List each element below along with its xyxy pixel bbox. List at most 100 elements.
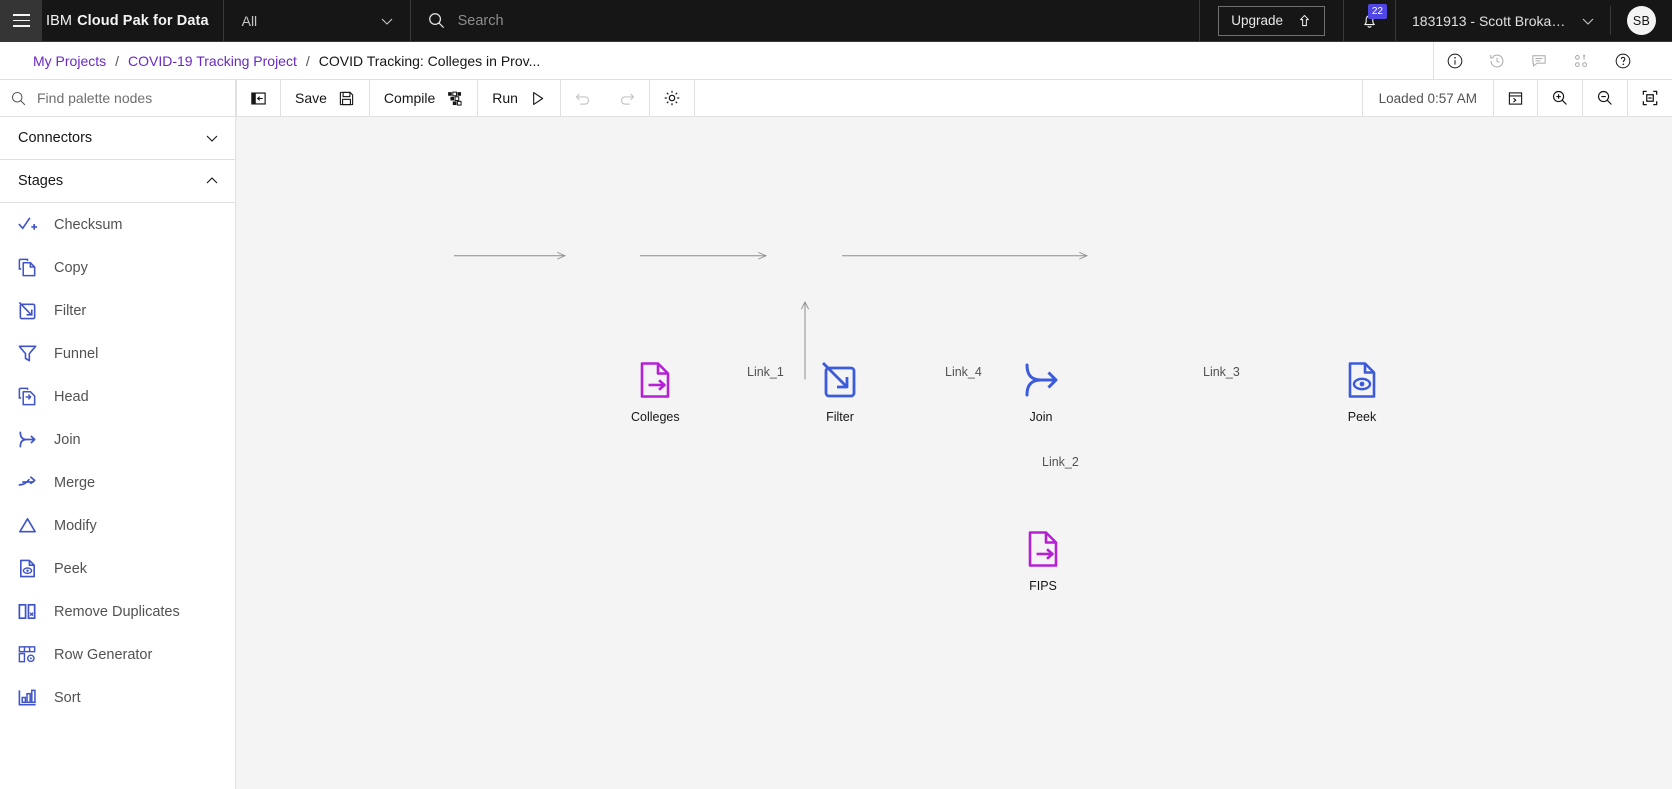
hamburger-glyph bbox=[12, 14, 30, 27]
upgrade-button[interactable]: Upgrade bbox=[1218, 5, 1325, 36]
modify-icon bbox=[16, 515, 38, 537]
save-button[interactable]: Save bbox=[281, 80, 370, 116]
link-label-link3[interactable]: Link_3 bbox=[1199, 365, 1244, 379]
palette-sidebar: Connectors Stages Checksum bbox=[0, 80, 236, 789]
link-layer bbox=[454, 117, 1672, 380]
palette-item-row-generator[interactable]: Row Generator bbox=[0, 633, 235, 676]
comment-icon[interactable] bbox=[1518, 42, 1560, 79]
canvas-node-label: FIPS bbox=[1029, 579, 1057, 593]
chevron-down-icon bbox=[381, 18, 392, 25]
palette-search bbox=[0, 80, 235, 117]
breadcrumb-item-project[interactable]: COVID-19 Tracking Project bbox=[128, 53, 297, 69]
canvas-node-colleges[interactable]: Colleges bbox=[631, 357, 680, 424]
palette-item-head[interactable]: Head bbox=[0, 375, 235, 418]
palette-item-label: Head bbox=[54, 388, 89, 405]
palette-item-label: Merge bbox=[54, 474, 96, 491]
palette-item-funnel[interactable]: Funnel bbox=[0, 332, 235, 375]
toolbar-spacer bbox=[695, 80, 1363, 116]
avatar-button[interactable]: SB bbox=[1610, 6, 1672, 35]
chevron-down-icon bbox=[1582, 18, 1594, 25]
compile-label: Compile bbox=[383, 90, 436, 106]
settings-button[interactable] bbox=[648, 80, 695, 116]
collapse-panel-button[interactable] bbox=[236, 80, 281, 116]
source-document-icon bbox=[1020, 526, 1066, 572]
palette-item-filter[interactable]: Filter bbox=[0, 289, 235, 332]
breadcrumb-separator: / bbox=[115, 52, 120, 69]
brand-title[interactable]: IBM Cloud Pak for Data bbox=[42, 0, 223, 41]
canvas-node-filter[interactable]: Filter bbox=[817, 357, 863, 424]
lineage-icon[interactable] bbox=[1560, 42, 1602, 79]
palette-section-stages[interactable]: Stages bbox=[0, 160, 235, 203]
remove-duplicates-icon bbox=[16, 601, 38, 623]
open-panel-button[interactable] bbox=[1494, 80, 1538, 116]
run-button[interactable]: Run bbox=[478, 80, 561, 116]
compile-button[interactable]: Compile bbox=[370, 80, 479, 116]
palette-section-connectors[interactable]: Connectors bbox=[0, 117, 235, 160]
palette-item-label: Funnel bbox=[54, 345, 99, 362]
history-icon[interactable] bbox=[1476, 42, 1518, 79]
palette-item-label: Join bbox=[54, 431, 81, 448]
canvas-toolbar: Save Compile Run Loaded 0:57 AM bbox=[236, 80, 1672, 117]
head-icon bbox=[16, 386, 38, 408]
palette-search-input[interactable] bbox=[37, 90, 223, 106]
upgrade-container: Upgrade bbox=[1200, 0, 1343, 41]
search-scope-dropdown[interactable]: All bbox=[222, 0, 411, 41]
breadcrumb-separator: / bbox=[305, 52, 310, 69]
canvas-node-label: Colleges bbox=[631, 410, 680, 424]
peek-icon bbox=[16, 558, 38, 580]
chevron-down-icon bbox=[206, 135, 218, 142]
redo-button[interactable] bbox=[605, 80, 649, 116]
toolbar-left: Save Compile Run bbox=[236, 80, 1363, 116]
search-icon bbox=[428, 13, 444, 29]
breadcrumb-item-my-projects[interactable]: My Projects bbox=[33, 53, 106, 69]
join-icon bbox=[16, 429, 38, 451]
canvas-node-join[interactable]: Join bbox=[1018, 357, 1064, 424]
link-label-link1[interactable]: Link_1 bbox=[743, 365, 788, 379]
link-label-link2[interactable]: Link_2 bbox=[1038, 455, 1083, 469]
palette-item-remove-duplicates[interactable]: Remove Duplicates bbox=[0, 590, 235, 633]
compile-icon bbox=[448, 91, 462, 106]
zoom-in-icon bbox=[1552, 90, 1567, 105]
run-label: Run bbox=[492, 90, 518, 106]
palette-item-sort[interactable]: Sort bbox=[0, 676, 235, 719]
information-icon[interactable] bbox=[1434, 42, 1476, 79]
filter-icon bbox=[817, 357, 863, 403]
zoom-in-button[interactable] bbox=[1538, 80, 1583, 116]
upgrade-arrow-icon bbox=[1300, 14, 1309, 27]
palette-item-join[interactable]: Join bbox=[0, 418, 235, 461]
copy-icon bbox=[16, 257, 38, 279]
brand-name: Cloud Pak for Data bbox=[77, 12, 209, 29]
hamburger-menu-icon[interactable] bbox=[0, 0, 42, 41]
redo-icon bbox=[620, 93, 635, 105]
canvas-node-label: Peek bbox=[1347, 410, 1377, 424]
palette-item-peek[interactable]: Peek bbox=[0, 547, 235, 590]
upgrade-label: Upgrade bbox=[1231, 13, 1283, 28]
canvas-node-peek[interactable]: Peek bbox=[1339, 357, 1385, 424]
zoom-fit-button[interactable] bbox=[1628, 80, 1672, 116]
palette-stage-list[interactable]: Checksum Copy Filter Funnel Head Join Me… bbox=[0, 203, 235, 789]
play-icon bbox=[533, 91, 544, 105]
link-label-link4[interactable]: Link_4 bbox=[941, 365, 986, 379]
palette-item-modify[interactable]: Modify bbox=[0, 504, 235, 547]
global-header: IBM Cloud Pak for Data All Upgrade bbox=[0, 0, 1672, 42]
palette-item-checksum[interactable]: Checksum bbox=[0, 203, 235, 246]
palette-item-merge[interactable]: Merge bbox=[0, 461, 235, 504]
palette-item-label: Remove Duplicates bbox=[54, 603, 180, 620]
help-icon[interactable] bbox=[1602, 42, 1644, 79]
search-input[interactable] bbox=[457, 12, 1184, 29]
flow-canvas[interactable]: Colleges Filter Join Peek FIPS Link_1 Li… bbox=[236, 117, 1672, 789]
palette-item-copy[interactable]: Copy bbox=[0, 246, 235, 289]
canvas-node-fips[interactable]: FIPS bbox=[1020, 526, 1066, 593]
zoom-out-button[interactable] bbox=[1583, 80, 1628, 116]
checksum-icon bbox=[16, 214, 38, 236]
notifications-button[interactable]: 22 bbox=[1343, 0, 1395, 41]
account-dropdown[interactable]: 1831913 - Scott Brokaw's ... bbox=[1395, 0, 1610, 41]
canvas-node-label: Join bbox=[1029, 410, 1053, 424]
row-generator-icon bbox=[16, 644, 38, 666]
breadcrumb-bar: My Projects / COVID-19 Tracking Project … bbox=[0, 42, 1672, 80]
search-icon bbox=[11, 91, 26, 105]
avatar: SB bbox=[1627, 6, 1656, 35]
header-right-actions: Upgrade 22 1831913 - Scott Brokaw's ... … bbox=[1200, 0, 1672, 41]
undo-icon bbox=[575, 93, 590, 105]
undo-button[interactable] bbox=[561, 80, 605, 116]
